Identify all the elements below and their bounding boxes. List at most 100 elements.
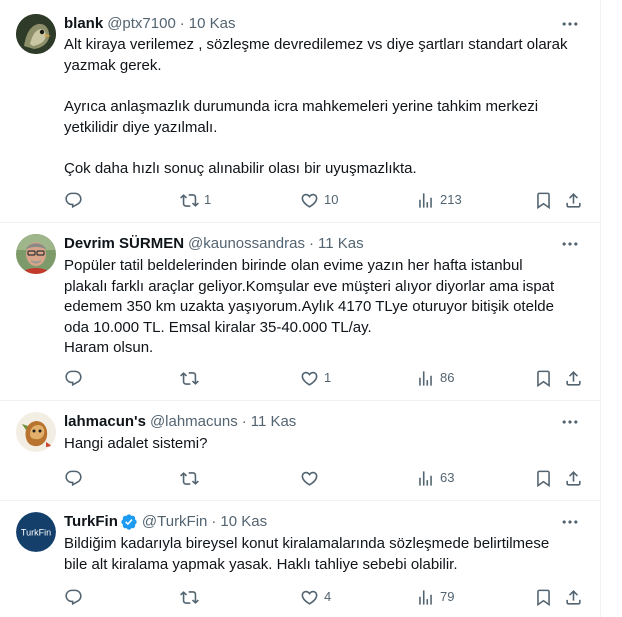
tweet-line: Hangi adalet sistemi? bbox=[64, 435, 208, 452]
more-icon bbox=[560, 512, 580, 532]
user-handle[interactable]: @lahmacuns bbox=[150, 412, 238, 432]
more-options-button[interactable] bbox=[560, 412, 584, 432]
tweet-line: plakalı farklı araçlar geliyor.Komşular … bbox=[64, 277, 555, 295]
repost-button[interactable] bbox=[180, 468, 204, 488]
more-options-button[interactable] bbox=[560, 14, 584, 34]
tweet-line: oda 10.000 TL. Emsal kiralar 35-40.000 T… bbox=[64, 318, 372, 336]
like-button[interactable]: 1 bbox=[300, 368, 331, 388]
more-icon bbox=[560, 234, 580, 254]
tweet-text: Alt kiraya verilemez , sözleşme devredil… bbox=[64, 35, 584, 180]
share-icon bbox=[564, 588, 583, 607]
reply-button[interactable] bbox=[64, 468, 83, 488]
bookmark-icon bbox=[534, 469, 553, 488]
avatar-lahmacuns[interactable] bbox=[16, 412, 56, 452]
view-count: 86 bbox=[440, 370, 455, 385]
like-button[interactable]: 10 bbox=[300, 190, 338, 210]
repost-icon bbox=[180, 369, 199, 388]
avatar-logo-text: TurkFin bbox=[21, 528, 51, 538]
repost-button[interactable] bbox=[180, 587, 204, 607]
repost-icon bbox=[180, 191, 199, 210]
more-icon bbox=[560, 412, 580, 432]
tweet-paragraph: Çok daha hızlı sonuç alınabilir olası bi… bbox=[64, 160, 417, 177]
bookmark-button[interactable] bbox=[534, 368, 553, 388]
reply-button[interactable] bbox=[64, 368, 83, 388]
like-count: 10 bbox=[324, 192, 339, 207]
timestamp[interactable]: 11 Kas bbox=[251, 412, 297, 432]
tweet-header: blank @ptx7100 · 10 Kas bbox=[64, 14, 236, 34]
view-count: 213 bbox=[440, 192, 462, 207]
tweet-paragraph: Alt kiraya verilemez , sözleşme devredil… bbox=[64, 36, 568, 74]
timestamp[interactable]: 10 Kas bbox=[189, 14, 236, 34]
tweet-paragraph: Ayrıca anlaşmazlık durumunda icra mahkem… bbox=[64, 98, 539, 136]
reply-tweet-blank[interactable]: blank @ptx7100 · 10 Kas Alt kiraya veril… bbox=[0, 0, 600, 223]
reply-icon bbox=[64, 369, 83, 388]
share-icon bbox=[564, 469, 583, 488]
reply-button[interactable] bbox=[64, 587, 83, 607]
action-bar: 4 79 bbox=[64, 587, 584, 607]
share-button[interactable] bbox=[564, 190, 583, 210]
tweet-line: Haram olsun. bbox=[64, 339, 154, 356]
view-count: 79 bbox=[440, 589, 455, 604]
repost-icon bbox=[180, 469, 199, 488]
views-button[interactable]: 79 bbox=[416, 587, 454, 607]
avatar-blank[interactable] bbox=[16, 14, 56, 54]
user-handle[interactable]: @kaunossandras bbox=[188, 234, 305, 254]
bookmark-button[interactable] bbox=[534, 468, 553, 488]
bookmark-icon bbox=[534, 191, 553, 210]
user-handle[interactable]: @TurkFin bbox=[142, 512, 208, 532]
bookmark-icon bbox=[534, 369, 553, 388]
tweet-line: edemem 350 km uzakta yaşıyorum.Aylık 417… bbox=[64, 298, 554, 315]
views-button[interactable]: 63 bbox=[416, 468, 454, 488]
tweet-header: Devrim SÜRMEN @kaunossandras · 11 Kas bbox=[64, 234, 364, 254]
tweet-header: TurkFin @TurkFin · 10 Kas bbox=[64, 512, 267, 532]
more-options-button[interactable] bbox=[560, 234, 584, 254]
avatar-turkfin[interactable]: TurkFin bbox=[16, 512, 56, 552]
display-name[interactable]: lahmacun's bbox=[64, 412, 146, 432]
reply-tweet-turkfin[interactable]: TurkFin TurkFin @TurkFin · 10 Kas Bildiğ… bbox=[0, 500, 600, 617]
share-button[interactable] bbox=[564, 587, 583, 607]
reply-tweet-devrim-surmen[interactable]: Devrim SÜRMEN @kaunossandras · 11 Kas Po… bbox=[0, 222, 600, 401]
user-handle[interactable]: @ptx7100 bbox=[107, 14, 176, 34]
bookmark-button[interactable] bbox=[534, 190, 553, 210]
display-name[interactable]: blank bbox=[64, 14, 103, 34]
reply-icon bbox=[64, 588, 83, 607]
like-button[interactable]: 4 bbox=[300, 587, 331, 607]
more-icon bbox=[560, 14, 580, 34]
avatar-devrim-surmen[interactable] bbox=[16, 234, 56, 274]
repost-count: 1 bbox=[204, 192, 212, 207]
verified-badge-icon bbox=[120, 513, 138, 531]
repost-button[interactable] bbox=[180, 368, 204, 388]
action-bar: 1 10 213 bbox=[64, 190, 584, 210]
tweet-header: lahmacun's @lahmacuns · 11 Kas bbox=[64, 412, 296, 432]
heart-icon bbox=[300, 469, 319, 488]
views-icon bbox=[416, 191, 435, 210]
heart-icon bbox=[300, 588, 319, 607]
separator-dot: · bbox=[179, 15, 185, 32]
share-button[interactable] bbox=[564, 368, 583, 388]
repost-button[interactable]: 1 bbox=[180, 190, 211, 210]
bookmark-icon bbox=[534, 588, 553, 607]
like-count: 1 bbox=[324, 370, 332, 385]
views-button[interactable]: 86 bbox=[416, 368, 454, 388]
timestamp[interactable]: 10 Kas bbox=[220, 512, 267, 532]
more-options-button[interactable] bbox=[560, 512, 584, 532]
reply-button[interactable] bbox=[64, 190, 83, 210]
views-icon bbox=[416, 369, 435, 388]
bookmark-button[interactable] bbox=[534, 587, 553, 607]
tweet-line: bile alt kiralama yapmak yasak. Haklı ta… bbox=[64, 555, 458, 573]
repost-icon bbox=[180, 588, 199, 607]
timestamp[interactable]: 11 Kas bbox=[318, 234, 364, 254]
reply-tweet-lahmacuns[interactable]: lahmacun's @lahmacuns · 11 Kas Hangi ada… bbox=[0, 400, 600, 501]
views-icon bbox=[416, 588, 435, 607]
share-button[interactable] bbox=[564, 468, 583, 488]
tweet-line: Bildiğim kadarıyla bireysel konut kirala… bbox=[64, 535, 550, 552]
tweet-text: Hangi adalet sistemi? bbox=[64, 434, 584, 455]
action-bar: 1 86 bbox=[64, 368, 584, 388]
like-button[interactable] bbox=[300, 468, 324, 488]
views-button[interactable]: 213 bbox=[416, 190, 462, 210]
tweet-text: Bildiğim kadarıyla bireysel konut kirala… bbox=[64, 534, 584, 575]
display-name[interactable]: TurkFin bbox=[64, 512, 118, 532]
like-count: 4 bbox=[324, 589, 332, 604]
reply-timeline: blank @ptx7100 · 10 Kas Alt kiraya veril… bbox=[0, 0, 601, 617]
display-name[interactable]: Devrim SÜRMEN bbox=[64, 234, 184, 254]
